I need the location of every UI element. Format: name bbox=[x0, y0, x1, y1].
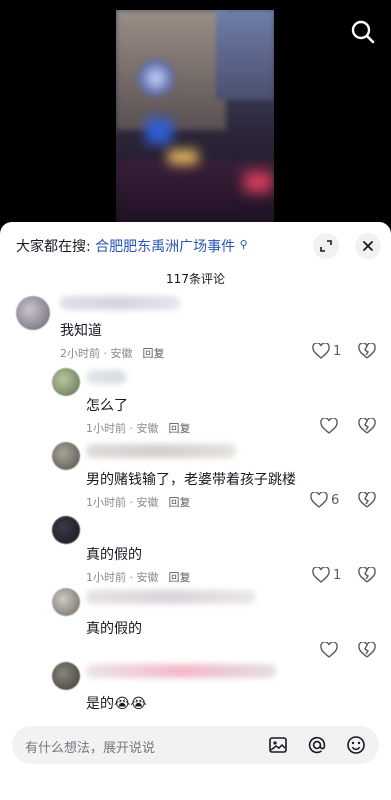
heart-outline-icon bbox=[312, 343, 330, 359]
like-button[interactable]: 6 bbox=[310, 492, 339, 508]
reply-button[interactable]: 回复 bbox=[143, 347, 165, 360]
like-button[interactable]: 1 bbox=[312, 343, 341, 359]
heart-outline-icon bbox=[310, 492, 328, 508]
comment-meta: 1小时前 · 安徽 回复 bbox=[86, 420, 191, 436]
image-icon[interactable] bbox=[268, 735, 288, 755]
comment-text: 是的😭😭 bbox=[86, 696, 147, 712]
video-background[interactable] bbox=[0, 0, 391, 226]
avatar[interactable] bbox=[52, 516, 80, 544]
comment-text: 男的赌钱输了，老婆带着孩子跳楼 bbox=[86, 472, 296, 488]
comment-input-placeholder[interactable]: 有什么想法，展开说说 bbox=[25, 737, 155, 756]
comment-count: 117条评论 bbox=[166, 272, 225, 286]
trending-search-bar[interactable]: 大家都在搜: 合肥肥东禹洲广场事件 ⚲ bbox=[16, 236, 248, 256]
comment-meta: 2小时前 · 安徽 回复 bbox=[60, 345, 165, 361]
comment-input-bar[interactable]: 有什么想法，展开说说 bbox=[12, 726, 379, 764]
comment-time: 1小时前 · 安徽 bbox=[86, 571, 159, 584]
username-blurred[interactable] bbox=[86, 664, 276, 678]
close-icon[interactable] bbox=[355, 233, 381, 259]
trending-search-prefix: 大家都在搜: bbox=[16, 239, 91, 255]
comment-text: 怎么了 bbox=[86, 398, 128, 414]
username-blurred[interactable] bbox=[86, 590, 256, 604]
reply-button[interactable]: 回复 bbox=[169, 571, 191, 584]
at-icon[interactable] bbox=[307, 735, 327, 755]
broken-heart-icon[interactable] bbox=[358, 641, 376, 662]
avatar[interactable] bbox=[52, 442, 80, 470]
like-count: 6 bbox=[331, 492, 340, 508]
emoji-icon[interactable] bbox=[346, 735, 366, 755]
bottom-safe-area bbox=[0, 770, 391, 800]
broken-heart-icon[interactable] bbox=[358, 566, 376, 587]
heart-outline-icon bbox=[320, 642, 338, 658]
comment-text: 真的假的 bbox=[86, 621, 142, 637]
comment-time: 1小时前 · 安徽 bbox=[86, 496, 159, 509]
avatar[interactable] bbox=[52, 662, 80, 690]
search-icon[interactable] bbox=[349, 18, 377, 46]
username-blurred[interactable] bbox=[86, 370, 126, 384]
avatar[interactable] bbox=[16, 296, 50, 330]
like-button[interactable] bbox=[320, 642, 338, 658]
username-blurred[interactable] bbox=[86, 444, 236, 458]
trending-search-term[interactable]: 合肥肥东禹洲广场事件 bbox=[95, 239, 235, 255]
comment-text: 我知道 bbox=[60, 323, 102, 339]
broken-heart-icon[interactable] bbox=[358, 491, 376, 512]
like-count: 1 bbox=[333, 567, 342, 583]
broken-heart-icon[interactable] bbox=[358, 417, 376, 438]
username-blurred[interactable] bbox=[60, 296, 180, 310]
heart-outline-icon bbox=[320, 418, 338, 434]
like-count: 1 bbox=[333, 343, 342, 359]
comment-time: 2小时前 · 安徽 bbox=[60, 347, 133, 360]
reply-button[interactable]: 回复 bbox=[169, 496, 191, 509]
reply-button[interactable]: 回复 bbox=[169, 422, 191, 435]
expand-icon[interactable] bbox=[313, 233, 339, 259]
like-button[interactable] bbox=[320, 418, 338, 434]
like-button[interactable]: 1 bbox=[312, 567, 341, 583]
avatar[interactable] bbox=[52, 588, 80, 616]
comment-meta: 1小时前 · 安徽 回复 bbox=[86, 569, 191, 585]
heart-outline-icon bbox=[312, 567, 330, 583]
search-mini-icon: ⚲ bbox=[239, 238, 248, 251]
video-frame bbox=[116, 10, 274, 226]
comment-meta: 1小时前 · 安徽 回复 bbox=[86, 494, 191, 510]
comment-time: 1小时前 · 安徽 bbox=[86, 422, 159, 435]
comment-panel: 大家都在搜: 合肥肥东禹洲广场事件 ⚲ 117条评论 我知道 2小时前 · 安徽… bbox=[0, 222, 391, 800]
comment-text: 真的假的 bbox=[86, 547, 142, 563]
avatar[interactable] bbox=[52, 368, 80, 396]
broken-heart-icon[interactable] bbox=[358, 342, 376, 363]
